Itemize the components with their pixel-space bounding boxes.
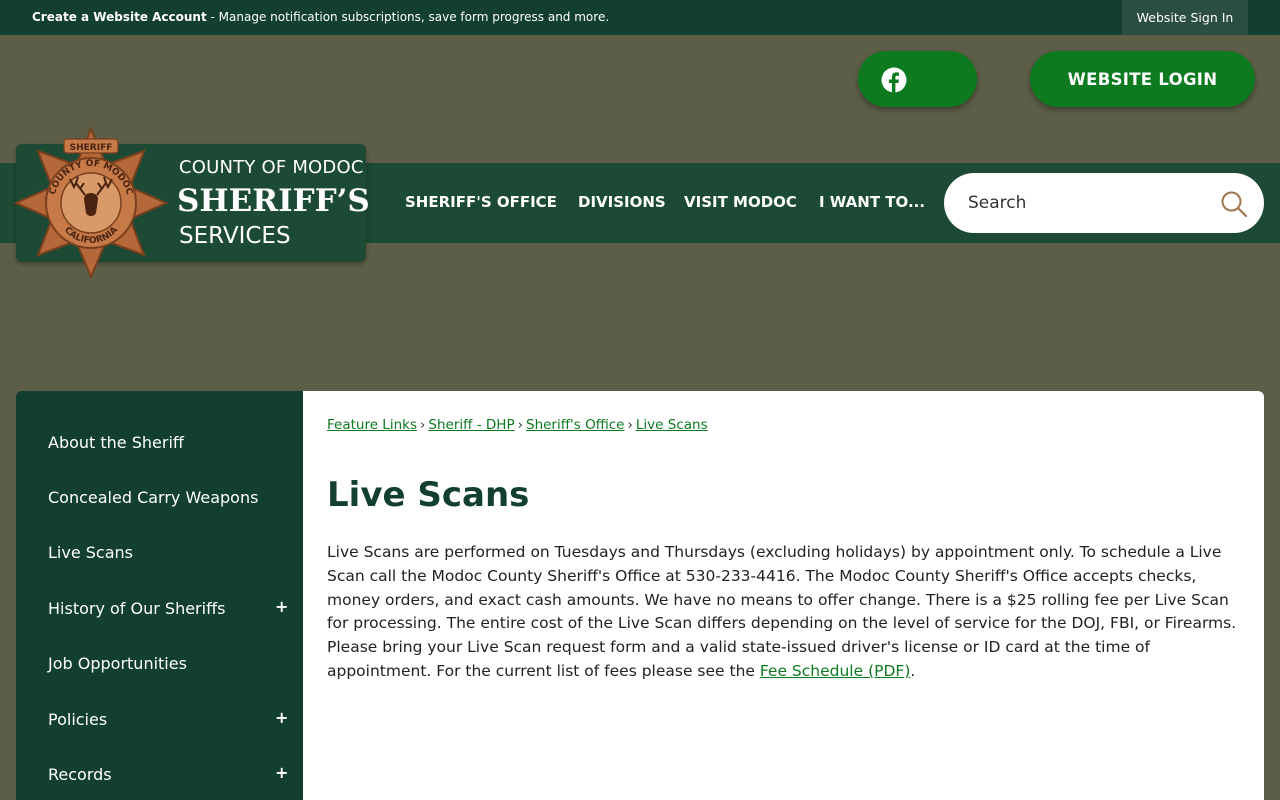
nav-divisions[interactable]: DIVISIONS: [578, 193, 666, 211]
nav-visit-modoc[interactable]: VISIT MODOC: [684, 193, 797, 211]
main-content: Feature Links › Sheriff - DHP › Sheriff's Of…: [303, 391, 1264, 800]
body-end: .: [910, 661, 916, 680]
breadcrumb: Feature Links › Sheriff - DHP › Sheriff's Of…: [327, 417, 708, 433]
facebook-icon: [881, 67, 907, 93]
body-paragraph: Live Scans are performed on Tuesdays and…: [327, 543, 1237, 680]
sidebar-item-about-the-sheriff[interactable]: About the Sheriff: [48, 433, 184, 452]
breadcrumb-live-scans[interactable]: Live Scans: [636, 417, 708, 433]
create-account-link[interactable]: Create a Website Account: [32, 10, 207, 24]
sidebar-nav: About the Sheriff Concealed Carry Weapon…: [16, 391, 303, 800]
top-bar: Create a Website Account - Manage notifi…: [0, 0, 1280, 35]
breadcrumb-sheriffs-office[interactable]: Sheriff's Office: [526, 417, 624, 433]
website-sign-in-button[interactable]: Website Sign In: [1122, 0, 1248, 35]
breadcrumb-separator: ›: [627, 417, 633, 433]
search-input[interactable]: [968, 190, 1198, 216]
logo-county-text: COUNTY OF MODOC: [179, 157, 364, 178]
sidebar-item-live-scans[interactable]: Live Scans: [48, 543, 133, 562]
nav-sheriffs-office[interactable]: SHERIFF'S OFFICE: [405, 193, 557, 211]
sidebar-item-job-opportunities[interactable]: Job Opportunities: [48, 654, 187, 673]
sidebar-item-records[interactable]: Records: [48, 765, 112, 784]
expand-policies-button[interactable]: +: [275, 708, 288, 727]
search-box: [944, 173, 1264, 233]
breadcrumb-separator: ›: [517, 417, 523, 433]
expand-records-button[interactable]: +: [275, 763, 288, 782]
breadcrumb-separator: ›: [420, 417, 426, 433]
sheriff-badge-logo[interactable]: COUNTY OF MODOC CALIFORNIA SHERIFF: [14, 127, 168, 279]
website-login-button[interactable]: WEBSITE LOGIN: [1030, 51, 1255, 107]
create-account-description: - Manage notification subscriptions, sav…: [206, 10, 610, 24]
badge-top-text: SHERIFF: [70, 143, 113, 153]
sidebar-item-policies[interactable]: Policies: [48, 710, 107, 729]
facebook-button[interactable]: [858, 51, 977, 107]
fee-schedule-link[interactable]: Fee Schedule (PDF): [760, 662, 911, 680]
expand-history-button[interactable]: +: [275, 597, 288, 616]
page-title: Live Scans: [327, 475, 530, 515]
create-account-message: Create a Website Account - Manage notifi…: [32, 10, 609, 24]
logo-sheriffs-text: SHERIFF’S: [177, 183, 370, 219]
sidebar-item-history-of-our-sheriffs[interactable]: History of Our Sheriffs: [48, 599, 225, 618]
breadcrumb-sheriff-dhp[interactable]: Sheriff - DHP: [428, 417, 514, 433]
logo-services-text: SERVICES: [179, 223, 291, 249]
sidebar-item-concealed-carry-weapons[interactable]: Concealed Carry Weapons: [48, 488, 258, 507]
nav-i-want-to[interactable]: I WANT TO...: [819, 193, 925, 211]
page-body-text: Live Scans are performed on Tuesdays and…: [327, 541, 1237, 684]
search-icon[interactable]: [1220, 190, 1248, 218]
breadcrumb-feature-links[interactable]: Feature Links: [327, 417, 417, 433]
